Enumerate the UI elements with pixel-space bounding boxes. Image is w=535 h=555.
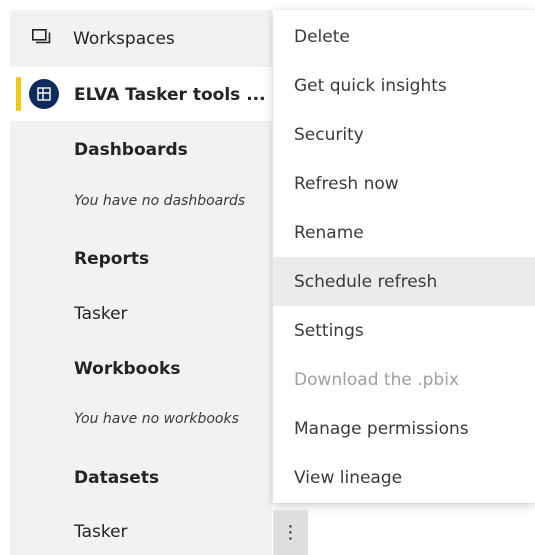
workbooks-empty-note: You have no workbooks xyxy=(74,411,239,427)
menu-item-view-lineage[interactable]: View lineage xyxy=(273,453,535,502)
nav-item-workspace[interactable]: ELVA Tasker tools ... xyxy=(10,67,272,121)
menu-item-refresh-now[interactable]: Refresh now xyxy=(273,159,535,208)
workspaces-icon xyxy=(32,29,51,44)
menu-item-security[interactable]: Security xyxy=(273,110,535,159)
dataset-item-tasker[interactable]: Tasker xyxy=(74,522,128,542)
workspace-icon xyxy=(37,87,51,101)
selected-indicator xyxy=(16,77,21,111)
nav-item-label: Workspaces xyxy=(73,29,175,49)
workspace-avatar xyxy=(29,79,59,109)
section-workbooks-title: Workbooks xyxy=(74,359,181,379)
more-options-button[interactable]: ⋮ xyxy=(273,510,308,555)
menu-item-delete[interactable]: Delete xyxy=(273,12,535,61)
menu-item-schedule-refresh[interactable]: Schedule refresh xyxy=(273,257,535,306)
section-reports-title: Reports xyxy=(74,249,150,269)
navigation-pane: Workspaces ELVA Tasker tools ... Dashboa… xyxy=(10,10,272,555)
menu-item-get-quick-insights[interactable]: Get quick insights xyxy=(273,61,535,110)
dashboards-empty-note: You have no dashboards xyxy=(74,193,246,209)
context-menu: Delete Get quick insights Security Refre… xyxy=(273,10,535,503)
section-datasets-title: Datasets xyxy=(74,468,160,488)
menu-item-manage-permissions[interactable]: Manage permissions xyxy=(273,404,535,453)
menu-item-download-pbix: Download the .pbix xyxy=(294,369,459,390)
nav-item-workspaces[interactable]: Workspaces xyxy=(10,19,272,59)
section-dashboards-title: Dashboards xyxy=(74,140,188,160)
menu-item-settings[interactable]: Settings xyxy=(273,306,535,355)
workspace-name: ELVA Tasker tools ... xyxy=(74,85,266,105)
report-item-tasker[interactable]: Tasker xyxy=(74,304,128,324)
more-options-icon: ⋮ xyxy=(281,522,300,543)
menu-item-rename[interactable]: Rename xyxy=(273,208,535,257)
app-root: Workspaces ELVA Tasker tools ... Dashboa… xyxy=(0,0,535,555)
